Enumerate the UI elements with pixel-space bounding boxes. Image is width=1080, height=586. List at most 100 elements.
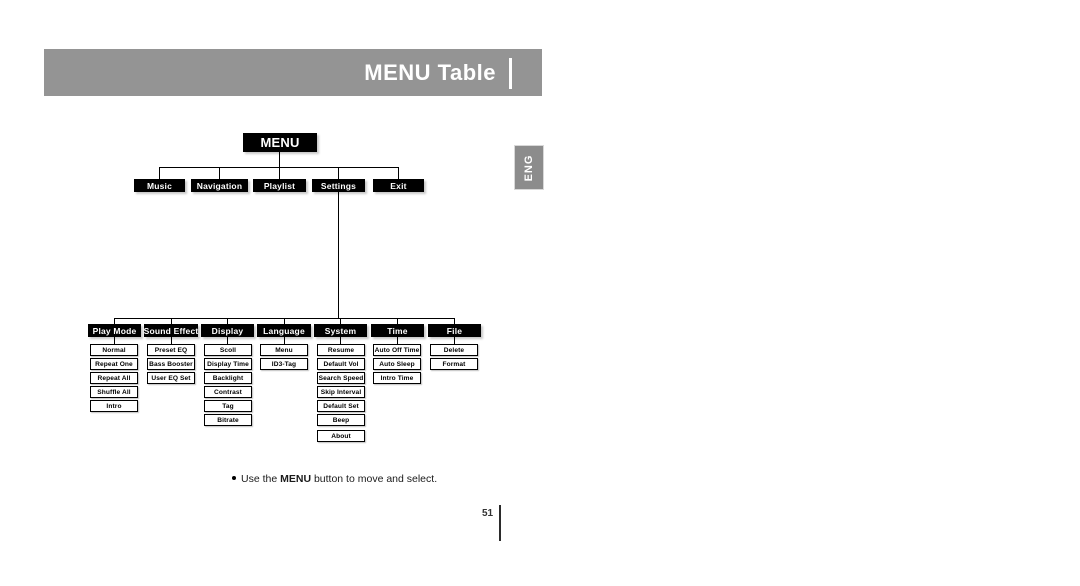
tree-leaf-label: Menu (275, 346, 293, 354)
tree-leaf-label: Tag (222, 402, 234, 410)
tree-leaf-resume: Resume (317, 344, 365, 356)
tree-node-navigation: Navigation (191, 179, 248, 192)
tree-node-language-label: Language (263, 325, 305, 336)
page-number-rule (499, 505, 501, 541)
connector-root-drop (279, 152, 280, 167)
tree-leaf-label: Contrast (214, 388, 242, 396)
tree-leaf-label: Normal (102, 346, 126, 354)
tree-leaf-label: Format (442, 360, 466, 368)
connector-stub-file (454, 337, 455, 344)
tree-leaf-menu: Menu (260, 344, 308, 356)
tree-leaf-label: Preset EQ (154, 346, 188, 354)
tree-leaf-default-vol: Default Vol (317, 358, 365, 370)
tree-leaf-label: Delete (443, 346, 465, 354)
tree-leaf-repeat-one: Repeat One (90, 358, 138, 370)
page-header-bar: MENU Table (44, 49, 542, 96)
page-canvas: MENU Table ENG MENU Music Navigation Pla… (0, 0, 1080, 586)
tree-node-file: File (428, 324, 481, 337)
tree-leaf-user-eq-set: User EQ Set (147, 372, 195, 384)
connector-stub-language (284, 337, 285, 344)
tree-node-settings-label: Settings (320, 180, 357, 191)
tree-leaf-label: Intro Time (380, 374, 414, 382)
connector-stub-display (227, 337, 228, 344)
tree-leaf-label: About (331, 432, 351, 440)
page-number: 51 (482, 508, 494, 519)
tree-leaf-label: Skip Interval (320, 388, 362, 396)
tree-leaf-contrast: Contrast (204, 386, 252, 398)
tree-leaf-label: Display Time (207, 360, 249, 368)
tree-leaf-beep: Beep (317, 414, 365, 426)
tree-leaf-normal: Normal (90, 344, 138, 356)
tree-node-music-label: Music (146, 180, 173, 191)
connector-stub-play-mode (114, 337, 115, 344)
tree-node-time-label: Time (387, 325, 408, 336)
tree-node-exit-label: Exit (390, 180, 407, 191)
connector-level1-drop-settings (338, 167, 339, 179)
tree-node-play-mode: Play Mode (88, 324, 141, 337)
tree-node-settings: Settings (312, 179, 365, 192)
tree-leaf-preset-eq: Preset EQ (147, 344, 195, 356)
tree-node-playlist-label: Playlist (263, 180, 296, 191)
tree-leaf-about: About (317, 430, 365, 442)
footer-note-emphasis: MENU (280, 473, 312, 485)
tree-node-system: System (314, 324, 367, 337)
tree-leaf-label: Scoll (219, 346, 237, 354)
tree-node-display-label: Display (211, 325, 244, 336)
tree-node-time: Time (371, 324, 424, 337)
connector-level1-drop-exit (398, 167, 399, 179)
tree-leaf-label: Repeat One (95, 360, 133, 368)
tree-node-root: MENU (243, 133, 317, 152)
tree-leaf-label: Repeat All (97, 374, 131, 382)
connector-stub-system (340, 337, 341, 344)
tree-leaf-label: Beep (332, 416, 350, 424)
tree-node-navigation-label: Navigation (196, 180, 243, 191)
tree-leaf-format: Format (430, 358, 478, 370)
tree-node-root-label: MENU (260, 135, 300, 150)
page-title: MENU Table (364, 59, 496, 85)
tree-leaf-label: Shuffle All (97, 388, 131, 396)
tree-leaf-label: Search Speed (318, 374, 364, 382)
connector-level1-drop-music (159, 167, 160, 179)
tree-node-exit: Exit (373, 179, 424, 192)
tree-leaf-label: Backlight (212, 374, 244, 382)
language-tab-label: ENG (523, 154, 535, 181)
tree-leaf-label: Bitrate (217, 416, 239, 424)
tree-node-play-mode-label: Play Mode (92, 325, 137, 336)
tree-leaf-scoll: Scoll (204, 344, 252, 356)
tree-leaf-label: Default Vol (323, 360, 359, 368)
header-accent-rule (509, 58, 512, 89)
tree-leaf-label: Auto Sleep (379, 360, 415, 368)
tree-leaf-intro-time: Intro Time (373, 372, 421, 384)
tree-leaf-label: Default Set (323, 402, 359, 410)
tree-leaf-bitrate: Bitrate (204, 414, 252, 426)
tree-leaf-auto-off-time: Auto Off Time (373, 344, 421, 356)
tree-leaf-label: Bass Booster (149, 360, 193, 368)
connector-level1-drop-navigation (219, 167, 220, 179)
tree-leaf-id3-tag: ID3-Tag (260, 358, 308, 370)
tree-leaf-label: Resume (327, 346, 355, 354)
tree-leaf-repeat-all: Repeat All (90, 372, 138, 384)
tree-node-language: Language (257, 324, 311, 337)
language-tab-eng: ENG (514, 145, 544, 190)
connector-settings-trunk (338, 192, 339, 318)
tree-leaf-display-time: Display Time (204, 358, 252, 370)
tree-node-system-label: System (324, 325, 357, 336)
tree-leaf-search-speed: Search Speed (317, 372, 365, 384)
tree-leaf-backlight: Backlight (204, 372, 252, 384)
tree-leaf-label: ID3-Tag (271, 360, 297, 368)
footer-note-suffix: button to move and select. (311, 473, 438, 485)
footer-note-prefix: Use the (241, 473, 281, 485)
tree-leaf-tag: Tag (204, 400, 252, 412)
tree-leaf-shuffle-all: Shuffle All (90, 386, 138, 398)
connector-stub-time (397, 337, 398, 344)
tree-leaf-label: User EQ Set (151, 374, 191, 382)
tree-node-music: Music (134, 179, 185, 192)
tree-leaf-label: Intro (106, 402, 122, 410)
footer-note: Use the MENU button to move and select. (232, 473, 437, 485)
tree-leaf-label: Auto Off Time (374, 346, 420, 354)
tree-node-sound-effect-label: Sound Effect (143, 325, 199, 336)
tree-leaf-skip-interval: Skip Interval (317, 386, 365, 398)
tree-leaf-delete: Delete (430, 344, 478, 356)
tree-leaf-auto-sleep: Auto Sleep (373, 358, 421, 370)
tree-node-playlist: Playlist (253, 179, 306, 192)
